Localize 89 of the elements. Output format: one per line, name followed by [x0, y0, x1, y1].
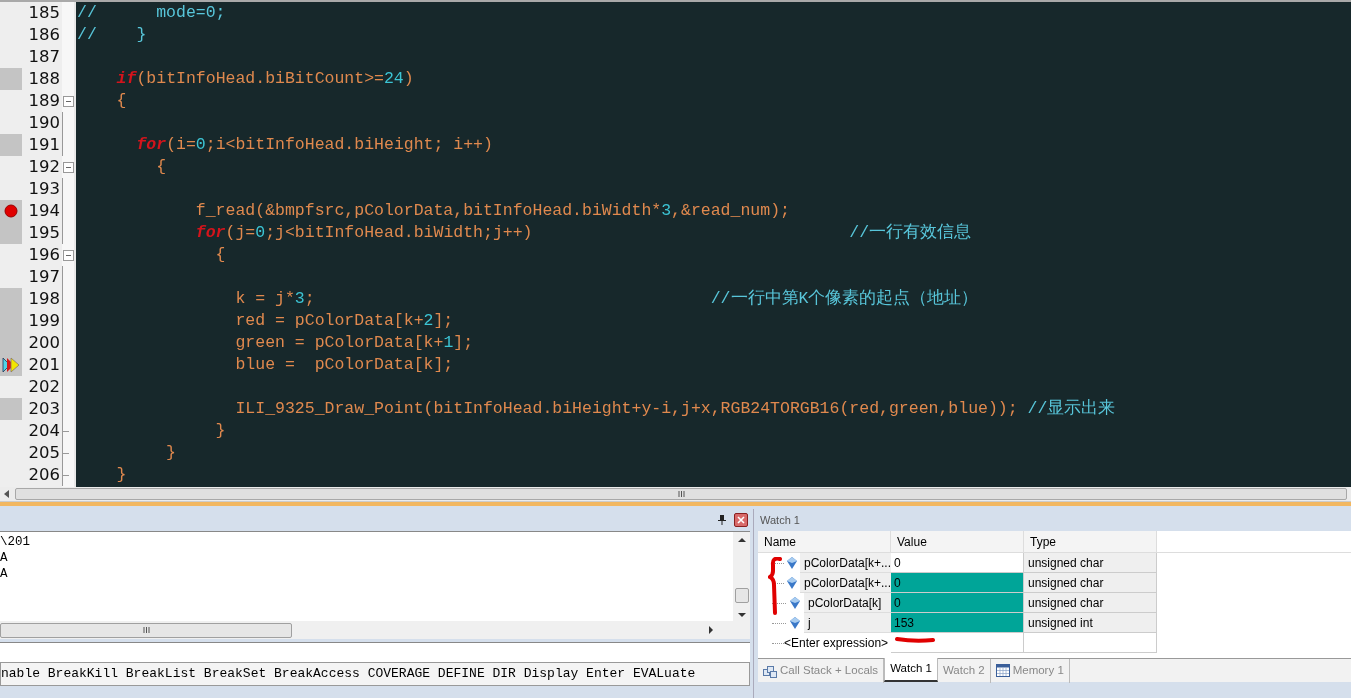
line-number: 199 [27, 310, 60, 332]
watch-value-cell[interactable]: 0 [891, 593, 1024, 613]
collapse-icon[interactable] [62, 161, 74, 173]
output-line: A [0, 550, 9, 566]
code-line: // mode=0; [76, 2, 226, 24]
line-number: 192 [27, 156, 60, 178]
command-input-field[interactable] [0, 642, 750, 662]
code-line: { [115, 90, 127, 112]
code-line: red = pColorData[k+2]; [234, 310, 454, 332]
line-number: 194 [27, 200, 60, 222]
line-number: 196 [27, 244, 60, 266]
collapse-icon[interactable] [62, 95, 74, 107]
code-line: { [155, 156, 167, 178]
line-number: 191 [27, 134, 60, 156]
line-number: 195 [27, 222, 60, 244]
horizontal-scrollbar[interactable] [0, 621, 733, 639]
brace-annotation [768, 557, 782, 615]
watch-value-cell[interactable]: 0 [891, 553, 1024, 573]
code-line: { [214, 244, 226, 266]
code-line: // } [76, 24, 147, 46]
code-line: k = j*3; //一行中第K个像素的起点（地址） [234, 288, 979, 310]
variable-icon [787, 577, 798, 589]
output-line: A [0, 566, 9, 582]
watch-name-cell: pColorData[k] [804, 593, 891, 613]
watch-name-cell: j [804, 613, 891, 633]
scroll-left-arrow-icon[interactable] [4, 490, 9, 498]
line-number: 189 [27, 90, 60, 112]
variable-icon [787, 557, 798, 569]
scroll-up-arrow-icon[interactable] [737, 538, 746, 542]
line-number: 186 [27, 24, 60, 46]
scroll-right-arrow-icon[interactable] [709, 626, 713, 634]
code-line: if(bitInfoHead.biBitCount>=24) [115, 68, 414, 90]
grid-icon [995, 664, 1010, 677]
watch-value-cell[interactable]: 153 [891, 613, 1024, 633]
watch-name-cell: pColorData[k+... [799, 553, 891, 573]
line-number: 193 [27, 178, 60, 200]
pin-icon[interactable] [718, 515, 726, 525]
line-number: 188 [27, 68, 60, 90]
command-hint-text: nable BreakKill BreakList BreakSet BreakAccess COVERAGE DEFINE DIR Display Enter EVALuate [1, 665, 696, 684]
scrollbar-thumb[interactable] [15, 488, 1347, 500]
code-line: green = pColorData[k+1]; [234, 332, 474, 354]
stack-icon [763, 663, 777, 678]
collapse-icon[interactable] [62, 249, 74, 261]
column-header[interactable]: Type [1024, 531, 1157, 552]
watch-type-cell: unsigned char [1024, 553, 1157, 573]
horizontal-scrollbar[interactable] [0, 487, 1351, 502]
grip-icon [142, 627, 150, 633]
line-number: 202 [27, 376, 60, 398]
line-number: 200 [27, 332, 60, 354]
column-header[interactable]: Value [891, 531, 1024, 552]
underline-annotation [895, 636, 935, 644]
watch-type-cell: unsigned char [1024, 593, 1157, 613]
line-number: 185 [27, 2, 60, 24]
code-line: f_read(&bmpfsrc,pColorData,bitInfoHead.biWidth*3,&read_num); [194, 200, 790, 222]
watch-type-cell: unsigned int [1024, 613, 1157, 633]
code-line: } [115, 464, 127, 486]
scroll-down-arrow-icon[interactable] [737, 613, 746, 617]
watch-value-cell[interactable] [891, 633, 1024, 653]
enter-expression-field[interactable]: <Enter expression> [784, 634, 889, 652]
column-header[interactable]: Name [758, 531, 891, 552]
close-button[interactable] [734, 513, 748, 527]
code-line: ILI_9325_Draw_Point(bitInfoHead.biHeight+y-i,j+x,RGB24TORGB16(red,green,blue)); //显示出来 [234, 398, 1116, 420]
panel-title: Watch 1 [760, 512, 800, 528]
scrollbar-thumb[interactable] [734, 588, 749, 603]
grip-icon [677, 491, 685, 497]
code-line: for(i=0;i<bitInfoHead.biHeight; i++) [135, 134, 493, 156]
code-line: } [214, 420, 226, 442]
line-number: 190 [27, 112, 60, 134]
watch-type-cell: unsigned char [1024, 573, 1157, 593]
line-number: 203 [27, 398, 60, 420]
panel-tab[interactable]: Watch 1 [884, 658, 938, 682]
scrollbar-thumb[interactable] [0, 622, 292, 638]
watch-name-cell: pColorData[k+... [799, 573, 891, 593]
code-line: blue = pColorData[k]; [234, 354, 454, 376]
output-line: \201 [0, 534, 31, 550]
line-number: 201 [27, 354, 60, 376]
line-number: 206 [27, 464, 60, 486]
variable-icon [790, 597, 800, 609]
close-icon [737, 516, 745, 524]
line-number: 197 [27, 266, 60, 288]
line-number: 198 [27, 288, 60, 310]
vertical-scrollbar[interactable] [733, 532, 750, 639]
variable-icon [790, 617, 800, 629]
line-number: 187 [27, 46, 60, 68]
watch-value-cell[interactable]: 0 [891, 573, 1024, 593]
code-line: for(j=0;j<bitInfoHead.biWidth;j++) //一行有效信息 [194, 222, 972, 244]
line-number: 204 [27, 420, 60, 442]
code-line: } [165, 442, 177, 464]
line-number: 205 [27, 442, 60, 464]
